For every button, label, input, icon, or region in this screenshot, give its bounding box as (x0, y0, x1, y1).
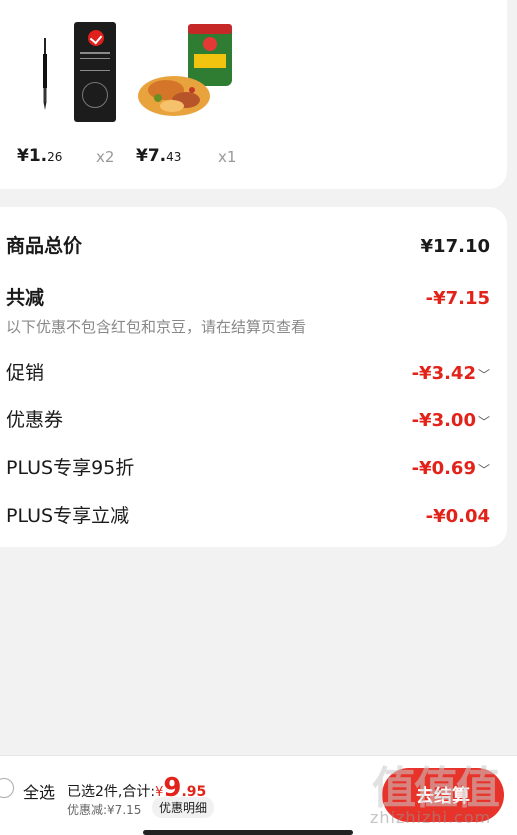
chevron-down-icon[interactable]: ﹀ (478, 463, 490, 477)
plus-reduction-value: -¥0.04 (425, 506, 490, 527)
price-summary-card: 商品总价 ¥17.10 共减 -¥7.15 以下优惠不包含红包和京豆，请在结算页… (0, 207, 507, 547)
total-reduction-row: 共减 -¥7.15 (6, 283, 490, 310)
promotion-value: -¥3.42 (411, 363, 476, 384)
total-reduction-value: -¥7.15 (425, 288, 490, 309)
product-price: ¥1.26 (17, 146, 63, 166)
coupon-label: 优惠券 (6, 409, 64, 431)
plus-discount-label: PLUS专享95折 (6, 457, 135, 479)
product-quantity: x1 (218, 148, 237, 166)
discount-summary: 优惠减:¥7.15 (67, 803, 142, 817)
discount-detail-button[interactable]: 优惠明细 (152, 797, 215, 818)
watermark-logo: 值值值 (372, 763, 500, 814)
pickle-product-image[interactable] (136, 20, 240, 124)
total-price-row: 商品总价 ¥17.10 (6, 231, 490, 258)
product-price: ¥7.43 (136, 146, 182, 166)
watermark-text: zhizhizhi.com (370, 808, 492, 827)
product-quantity: x2 (96, 148, 115, 166)
home-indicator (143, 830, 353, 835)
discount-note: 以下优惠不包含红包和京豆，请在结算页查看 (6, 318, 307, 336)
total-reduction-label: 共减 (6, 287, 45, 309)
total-price-label: 商品总价 (6, 235, 83, 257)
plus-discount-value: -¥0.69 (411, 458, 476, 479)
brand-badge-icon (88, 30, 104, 46)
plus-reduction-label: PLUS专享立减 (6, 505, 130, 527)
refill-box-product-image[interactable] (74, 22, 116, 122)
promotion-label: 促销 (6, 362, 45, 384)
promotion-row[interactable]: 促销 -¥3.42 ﹀ (6, 358, 490, 385)
plus-discount-row[interactable]: PLUS专享95折 -¥0.69 ﹀ (6, 453, 490, 480)
pen-product-image[interactable] (40, 38, 50, 110)
coupon-row[interactable]: 优惠券 -¥3.00 ﹀ (6, 405, 490, 432)
radio-unchecked-icon[interactable] (0, 778, 14, 798)
chevron-down-icon[interactable]: ﹀ (478, 368, 490, 382)
plus-reduction-row: PLUS专享立减 -¥0.04 (6, 501, 490, 528)
chevron-down-icon[interactable]: ﹀ (478, 415, 490, 429)
total-price-value: ¥17.10 (420, 236, 490, 257)
products-card: ¥1.26 x2 ¥7.43 x1 (0, 0, 507, 189)
coupon-value: -¥3.00 (411, 410, 476, 431)
select-all-label[interactable]: 全选 (23, 779, 55, 803)
